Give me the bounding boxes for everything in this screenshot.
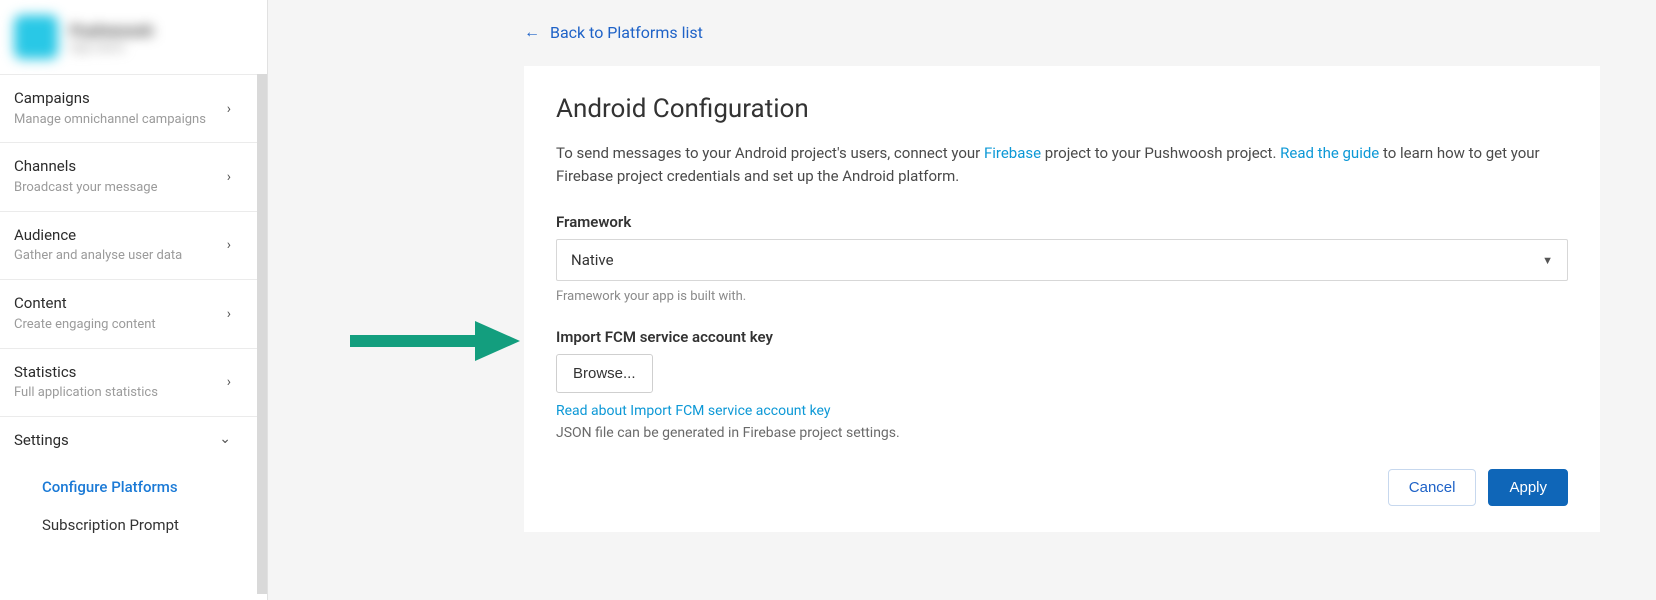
sidebar-items: ▲ Campaigns Manage omnichannel campaigns… [0,74,267,558]
apply-button[interactable]: Apply [1488,469,1568,506]
desc-text: project to your Pushwoosh project. [1041,144,1280,162]
app-icon [14,15,58,59]
sidebar-item-label: Content [14,294,156,314]
sidebar-item-audience[interactable]: Audience Gather and analyse user data › [0,212,267,280]
sidebar-item-subtitle: Full application statistics [14,385,158,402]
sidebar-item-content[interactable]: Content Create engaging content › [0,280,267,348]
sidebar-item-statistics[interactable]: Statistics Full application statistics › [0,349,267,417]
main-content: ← Back to Platforms list Android Configu… [268,0,1656,600]
sidebar-item-settings[interactable]: Settings ⌄ [0,417,267,465]
framework-select[interactable]: Native ▼ [556,239,1568,281]
fcm-helper: JSON file can be generated in Firebase p… [556,425,1568,441]
arrow-left-icon: ← [524,22,540,42]
chevron-right-icon: › [227,237,253,253]
sidebar-subitems: Configure Platforms Subscription Prompt [0,464,267,558]
chevron-right-icon: › [227,374,253,390]
chevron-right-icon: › [227,101,253,117]
firebase-link[interactable]: Firebase [984,144,1041,162]
framework-field: Framework Native ▼ Framework your app is… [556,213,1568,304]
sidebar-item-subtitle: Broadcast your message [14,180,158,197]
cancel-button[interactable]: Cancel [1388,469,1477,506]
chevron-right-icon: › [227,306,253,322]
desc-text: To send messages to your Android project… [556,144,984,162]
fcm-read-link[interactable]: Read about Import FCM service account ke… [556,403,830,419]
sidebar-item-label: Audience [14,226,182,246]
app-name-block: Pushwoosh App name [70,21,153,54]
read-guide-link[interactable]: Read the guide [1280,144,1379,162]
framework-value: Native [571,251,614,269]
sidebar-scrollbar[interactable] [257,74,267,594]
sidebar-item-label: Campaigns [14,89,206,109]
sidebar-item-subtitle: Manage omnichannel campaigns [14,112,206,129]
back-link-label: Back to Platforms list [550,23,703,42]
chevron-down-icon: ⌄ [219,431,253,447]
fcm-field: Import FCM service account key Browse...… [556,328,1568,441]
sidebar-subitem-label: Configure Platforms [42,478,178,496]
sidebar-item-subtitle: Create engaging content [14,317,156,334]
sidebar-subitem-label: Subscription Prompt [42,516,179,534]
sidebar-item-subtitle: Gather and analyse user data [14,248,182,265]
sidebar-item-label: Channels [14,157,158,177]
sidebar-subitem-configure-platforms[interactable]: Configure Platforms [28,468,267,506]
page-title: Android Configuration [556,94,1568,124]
app-name: Pushwoosh [70,21,153,40]
sidebar-item-campaigns[interactable]: Campaigns Manage omnichannel campaigns › [0,75,267,143]
app-subtitle: App name [70,40,153,54]
sidebar-header: Pushwoosh App name [0,0,267,74]
sidebar: Pushwoosh App name ▲ Campaigns Manage om… [0,0,268,600]
fcm-label: Import FCM service account key [556,328,1568,346]
chevron-right-icon: › [227,169,253,185]
caret-down-icon: ▼ [1542,254,1553,267]
page-description: To send messages to your Android project… [556,142,1568,187]
sidebar-subitem-subscription-prompt[interactable]: Subscription Prompt [28,506,267,544]
framework-helper: Framework your app is built with. [556,289,1568,304]
sidebar-item-channels[interactable]: Channels Broadcast your message › [0,143,267,211]
browse-button[interactable]: Browse... [556,354,653,393]
sidebar-item-label: Settings [14,431,69,451]
framework-label: Framework [556,213,1568,231]
back-link[interactable]: ← Back to Platforms list [324,20,703,66]
sidebar-item-label: Statistics [14,363,158,383]
config-card: Android Configuration To send messages t… [524,66,1600,532]
form-actions: Cancel Apply [556,469,1568,506]
